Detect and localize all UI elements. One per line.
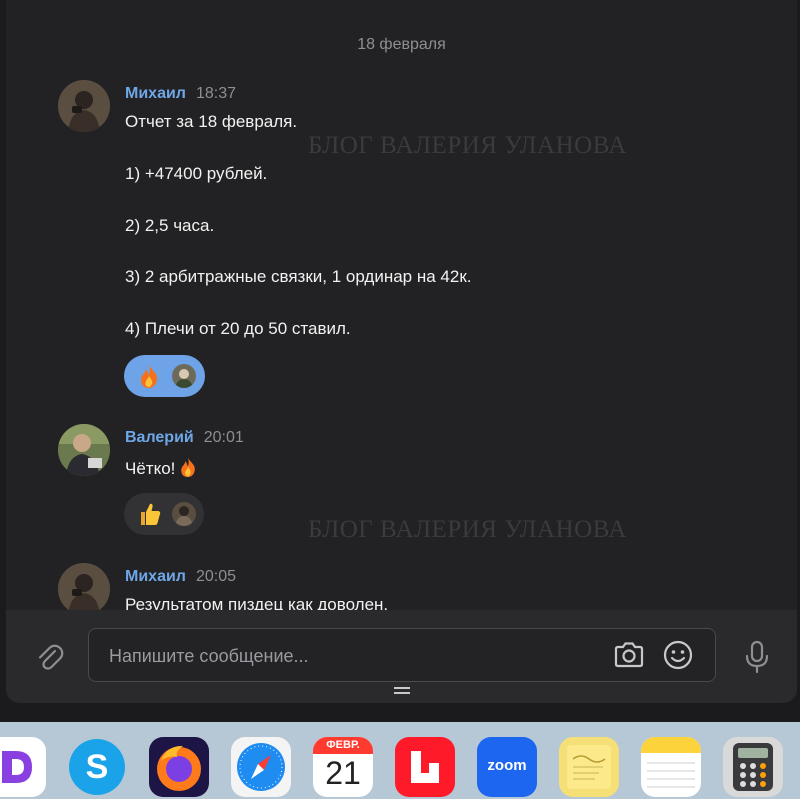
message-time: 20:05 <box>195 568 237 585</box>
avatar[interactable] <box>58 80 110 132</box>
svg-text:S: S <box>86 748 109 786</box>
watermark: БЛОГ ВАЛЕРИЯ УЛАНОВА <box>308 132 627 159</box>
message-text: Отчет за 18 февраля. <box>125 112 298 131</box>
message-text: 2) 2,5 часа. <box>125 216 215 235</box>
reaction-chip[interactable] <box>124 493 204 535</box>
paperclip-icon[interactable] <box>34 642 66 674</box>
date-separator: 18 февраля <box>357 36 446 53</box>
firefox-icon[interactable] <box>149 737 209 797</box>
author-name[interactable]: Михаил <box>125 568 186 585</box>
message-meta: Михаил 20:05 <box>125 568 236 586</box>
microphone-icon[interactable] <box>743 640 771 674</box>
stickies-icon[interactable] <box>559 737 619 797</box>
calendar-day: 21 <box>325 755 361 791</box>
avatar[interactable] <box>58 563 110 610</box>
message-composer <box>6 610 797 703</box>
thumbs-up-emoji-icon <box>141 503 161 525</box>
reactor-avatar <box>172 364 196 388</box>
fire-emoji-icon <box>181 457 196 478</box>
message-time: 18:37 <box>195 85 237 102</box>
calendar-icon[interactable]: ФЕВР. 21 <box>313 737 373 797</box>
message-text: 4) Плечи от 20 до 50 ставил. <box>125 319 351 338</box>
safari-icon[interactable] <box>231 737 291 797</box>
d-app-icon[interactable] <box>0 737 46 797</box>
reactor-avatar <box>172 502 196 526</box>
message-meta: Валерий 20:01 <box>125 429 244 447</box>
watermark: БЛОГ ВАЛЕРИЯ УЛАНОВА <box>308 516 627 543</box>
resize-handle-icon[interactable] <box>394 687 410 695</box>
message-input-box[interactable] <box>88 628 716 683</box>
message-feed: 18 февраля БЛОГ ВАЛЕРИЯ УЛАНОВА БЛОГ ВАЛ… <box>6 0 797 610</box>
calculator-icon[interactable] <box>723 737 783 797</box>
camera-icon[interactable] <box>613 640 645 670</box>
message-meta: Михаил 18:37 <box>125 85 236 103</box>
reaction-chip[interactable] <box>124 355 205 397</box>
avatar[interactable] <box>58 424 110 476</box>
notes-icon[interactable] <box>641 737 701 797</box>
message-text: 3) 2 арбитражные связки, 1 ординар на 42… <box>125 267 472 286</box>
calendar-month: ФЕВР. <box>326 739 360 751</box>
chat-window: 18 февраля БЛОГ ВАЛЕРИЯ УЛАНОВА БЛОГ ВАЛ… <box>6 0 797 703</box>
emoji-icon[interactable] <box>662 639 694 671</box>
message-text: 1) +47400 рублей. <box>125 164 268 183</box>
dock: S ФЕВР. 21 zoom <box>0 722 800 799</box>
author-name[interactable]: Валерий <box>125 429 194 446</box>
zoom-label: zoom <box>487 757 527 774</box>
author-name[interactable]: Михаил <box>125 85 186 102</box>
skype-icon[interactable]: S <box>67 737 127 797</box>
message-time: 20:01 <box>203 429 244 446</box>
lightroom-icon[interactable] <box>395 737 455 797</box>
message-text: Чётко! <box>125 456 199 479</box>
message-input[interactable] <box>107 629 591 683</box>
fire-emoji-icon <box>141 365 158 388</box>
message-text: Результатом пиздец как доволен. <box>125 595 389 610</box>
zoom-icon[interactable]: zoom <box>477 737 537 797</box>
